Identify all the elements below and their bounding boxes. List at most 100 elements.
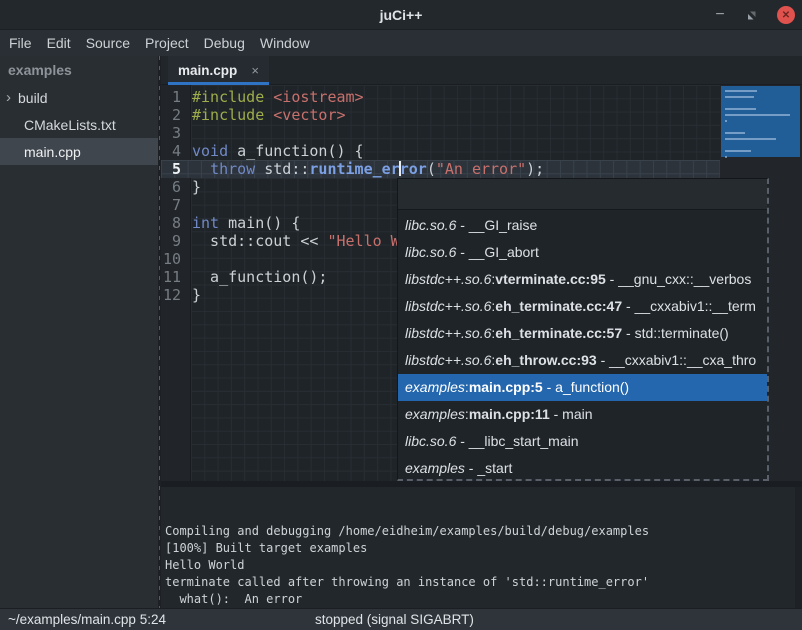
file-tree: ›build CMakeLists.txt main.cpp <box>0 84 158 165</box>
tab-main-cpp[interactable]: main.cpp × <box>168 56 269 85</box>
tree-item-label: CMakeLists.txt <box>24 117 116 133</box>
backtrace-file-line: eh_throw.cc:93 <box>495 352 596 368</box>
code-text: throw std::runtime_error("An error"); <box>190 160 544 178</box>
backtrace-item[interactable]: examples:main.cpp:11 - main <box>398 401 767 428</box>
backtrace-library: libstdc++.so.6 <box>405 298 491 314</box>
backtrace-library: examples <box>405 406 465 422</box>
backtrace-item[interactable]: examples - _start <box>398 455 767 479</box>
file-tree-sidebar: examples ›buildCMakeLists.txtmain.cpp <box>0 56 158 608</box>
token-kw: throw <box>210 160 255 178</box>
backtrace-file-line: eh_terminate.cc:47 <box>495 298 622 314</box>
terminal-line: Hello World <box>165 557 802 574</box>
minimap-code-line <box>725 150 751 152</box>
line-number: 8 <box>161 214 190 232</box>
code-text: std::cout << "Hello W <box>190 232 400 250</box>
token-str: "An error" <box>436 160 526 178</box>
backtrace-function: - __GI_raise <box>456 217 537 233</box>
terminal-scrollbar[interactable] <box>795 487 802 608</box>
token-pl: a_function() { <box>228 142 363 160</box>
titlebar[interactable]: juCi++ − ✕ <box>0 0 802 30</box>
tree-item-label: main.cpp <box>24 144 81 160</box>
menu-item-file[interactable]: File <box>7 35 34 51</box>
tab-close-icon[interactable]: × <box>251 63 259 78</box>
backtrace-function: - __gnu_cxx::__verbos <box>606 271 752 287</box>
code-editor[interactable]: 1#include <iostream>2#include <vector>34… <box>161 85 802 481</box>
line-number: 6 <box>161 178 190 196</box>
backtrace-library: libc.so.6 <box>405 244 456 260</box>
minimap-code-line <box>725 108 756 110</box>
backtrace-function: - main <box>550 406 593 422</box>
token-type: ror <box>400 160 427 178</box>
code-line[interactable]: 4void a_function() { <box>161 142 720 160</box>
minimap-code-line <box>725 156 727 158</box>
code-text <box>190 250 192 268</box>
backtrace-item[interactable]: libstdc++.so.6:eh_terminate.cc:57 - std:… <box>398 319 767 346</box>
backtrace-function: - __cxxabiv1::__term <box>622 298 756 314</box>
backtrace-file-line: eh_terminate.cc:57 <box>495 325 622 341</box>
backtrace-library: libstdc++.so.6 <box>405 325 491 341</box>
code-text: int main() { <box>190 214 300 232</box>
menu-item-edit[interactable]: Edit <box>45 35 73 51</box>
token-pl: ); <box>526 160 544 178</box>
token-kw: void <box>192 142 228 160</box>
code-text: #include <iostream> <box>190 88 364 106</box>
terminal-lines: Compiling and debugging /home/eidheim/ex… <box>165 523 802 608</box>
minimap-code-line <box>725 120 727 122</box>
backtrace-item[interactable]: examples:main.cpp:5 - a_function() <box>398 374 767 401</box>
token-pl: a_function(); <box>192 268 327 286</box>
status-debug-state: stopped (signal SIGABRT) <box>315 609 474 630</box>
backtrace-library: libc.so.6 <box>405 433 456 449</box>
minimap-code-line <box>725 138 776 140</box>
backtrace-function: - __cxxabiv1::__cxa_thro <box>597 352 757 368</box>
terminal-output[interactable]: Compiling and debugging /home/eidheim/ex… <box>161 487 802 608</box>
tree-item-cmakelists-txt[interactable]: CMakeLists.txt <box>0 111 158 138</box>
line-number: 12 <box>161 286 190 304</box>
backtrace-function: - a_function() <box>543 379 629 395</box>
token-str: "Hello W <box>327 232 399 250</box>
token-str: <iostream> <box>273 88 363 106</box>
line-number: 3 <box>161 124 190 142</box>
code-line[interactable]: 3 <box>161 124 720 142</box>
terminal-line: Compiling and debugging /home/eidheim/ex… <box>165 523 802 540</box>
tree-item-build[interactable]: ›build <box>0 84 158 111</box>
code-line[interactable]: 1#include <iostream> <box>161 88 720 106</box>
backtrace-library: examples <box>405 460 465 476</box>
token-pl: } <box>192 178 201 196</box>
menu-item-window[interactable]: Window <box>258 35 312 51</box>
backtrace-item[interactable]: libc.so.6 - __GI_abort <box>398 238 767 265</box>
backtrace-item[interactable]: libstdc++.so.6:vterminate.cc:95 - __gnu_… <box>398 265 767 292</box>
minimap-viewport[interactable] <box>721 86 800 157</box>
backtrace-item[interactable]: libc.so.6 - __libc_start_main <box>398 428 767 455</box>
expander-icon[interactable]: › <box>0 91 18 105</box>
line-number: 4 <box>161 142 190 160</box>
status-bar: ~/examples/main.cpp 5:24 stopped (signal… <box>0 608 802 630</box>
line-number: 10 <box>161 250 190 268</box>
code-line[interactable]: 2#include <vector> <box>161 106 720 124</box>
editor-pane: main.cpp × 1#include <iostream>2#include… <box>161 56 802 608</box>
close-button[interactable]: ✕ <box>777 6 795 24</box>
code-text: } <box>190 178 201 196</box>
tree-item-label: build <box>18 90 48 106</box>
tree-item-main-cpp[interactable]: main.cpp <box>0 138 158 165</box>
token-pl: std::cout << <box>192 232 327 250</box>
menu-item-debug[interactable]: Debug <box>202 35 247 51</box>
backtrace-file-line: main.cpp:5 <box>469 379 543 395</box>
backtrace-item[interactable]: libstdc++.so.6:eh_terminate.cc:47 - __cx… <box>398 292 767 319</box>
backtrace-function: - __libc_start_main <box>456 433 578 449</box>
backtrace-filter-input[interactable] <box>398 179 767 210</box>
menubar: File Edit Source Project Debug Window <box>0 30 802 56</box>
backtrace-function: - __GI_abort <box>456 244 539 260</box>
token-pl <box>192 160 210 178</box>
restore-icon[interactable] <box>746 10 757 21</box>
menu-item-project[interactable]: Project <box>143 35 191 51</box>
token-pl <box>264 88 273 106</box>
token-pl: std:: <box>255 160 309 178</box>
backtrace-function: - _start <box>465 460 512 476</box>
code-line[interactable]: 5 throw std::runtime_error("An error"); <box>161 160 720 178</box>
minimize-button[interactable]: − <box>714 10 726 20</box>
window-controls: − ✕ <box>714 0 795 30</box>
menu-item-source[interactable]: Source <box>84 35 132 51</box>
backtrace-item[interactable]: libc.so.6 - __GI_raise <box>398 211 767 238</box>
backtrace-item[interactable]: libstdc++.so.6:eh_throw.cc:93 - __cxxabi… <box>398 346 767 373</box>
minimap-code-line <box>725 90 757 92</box>
